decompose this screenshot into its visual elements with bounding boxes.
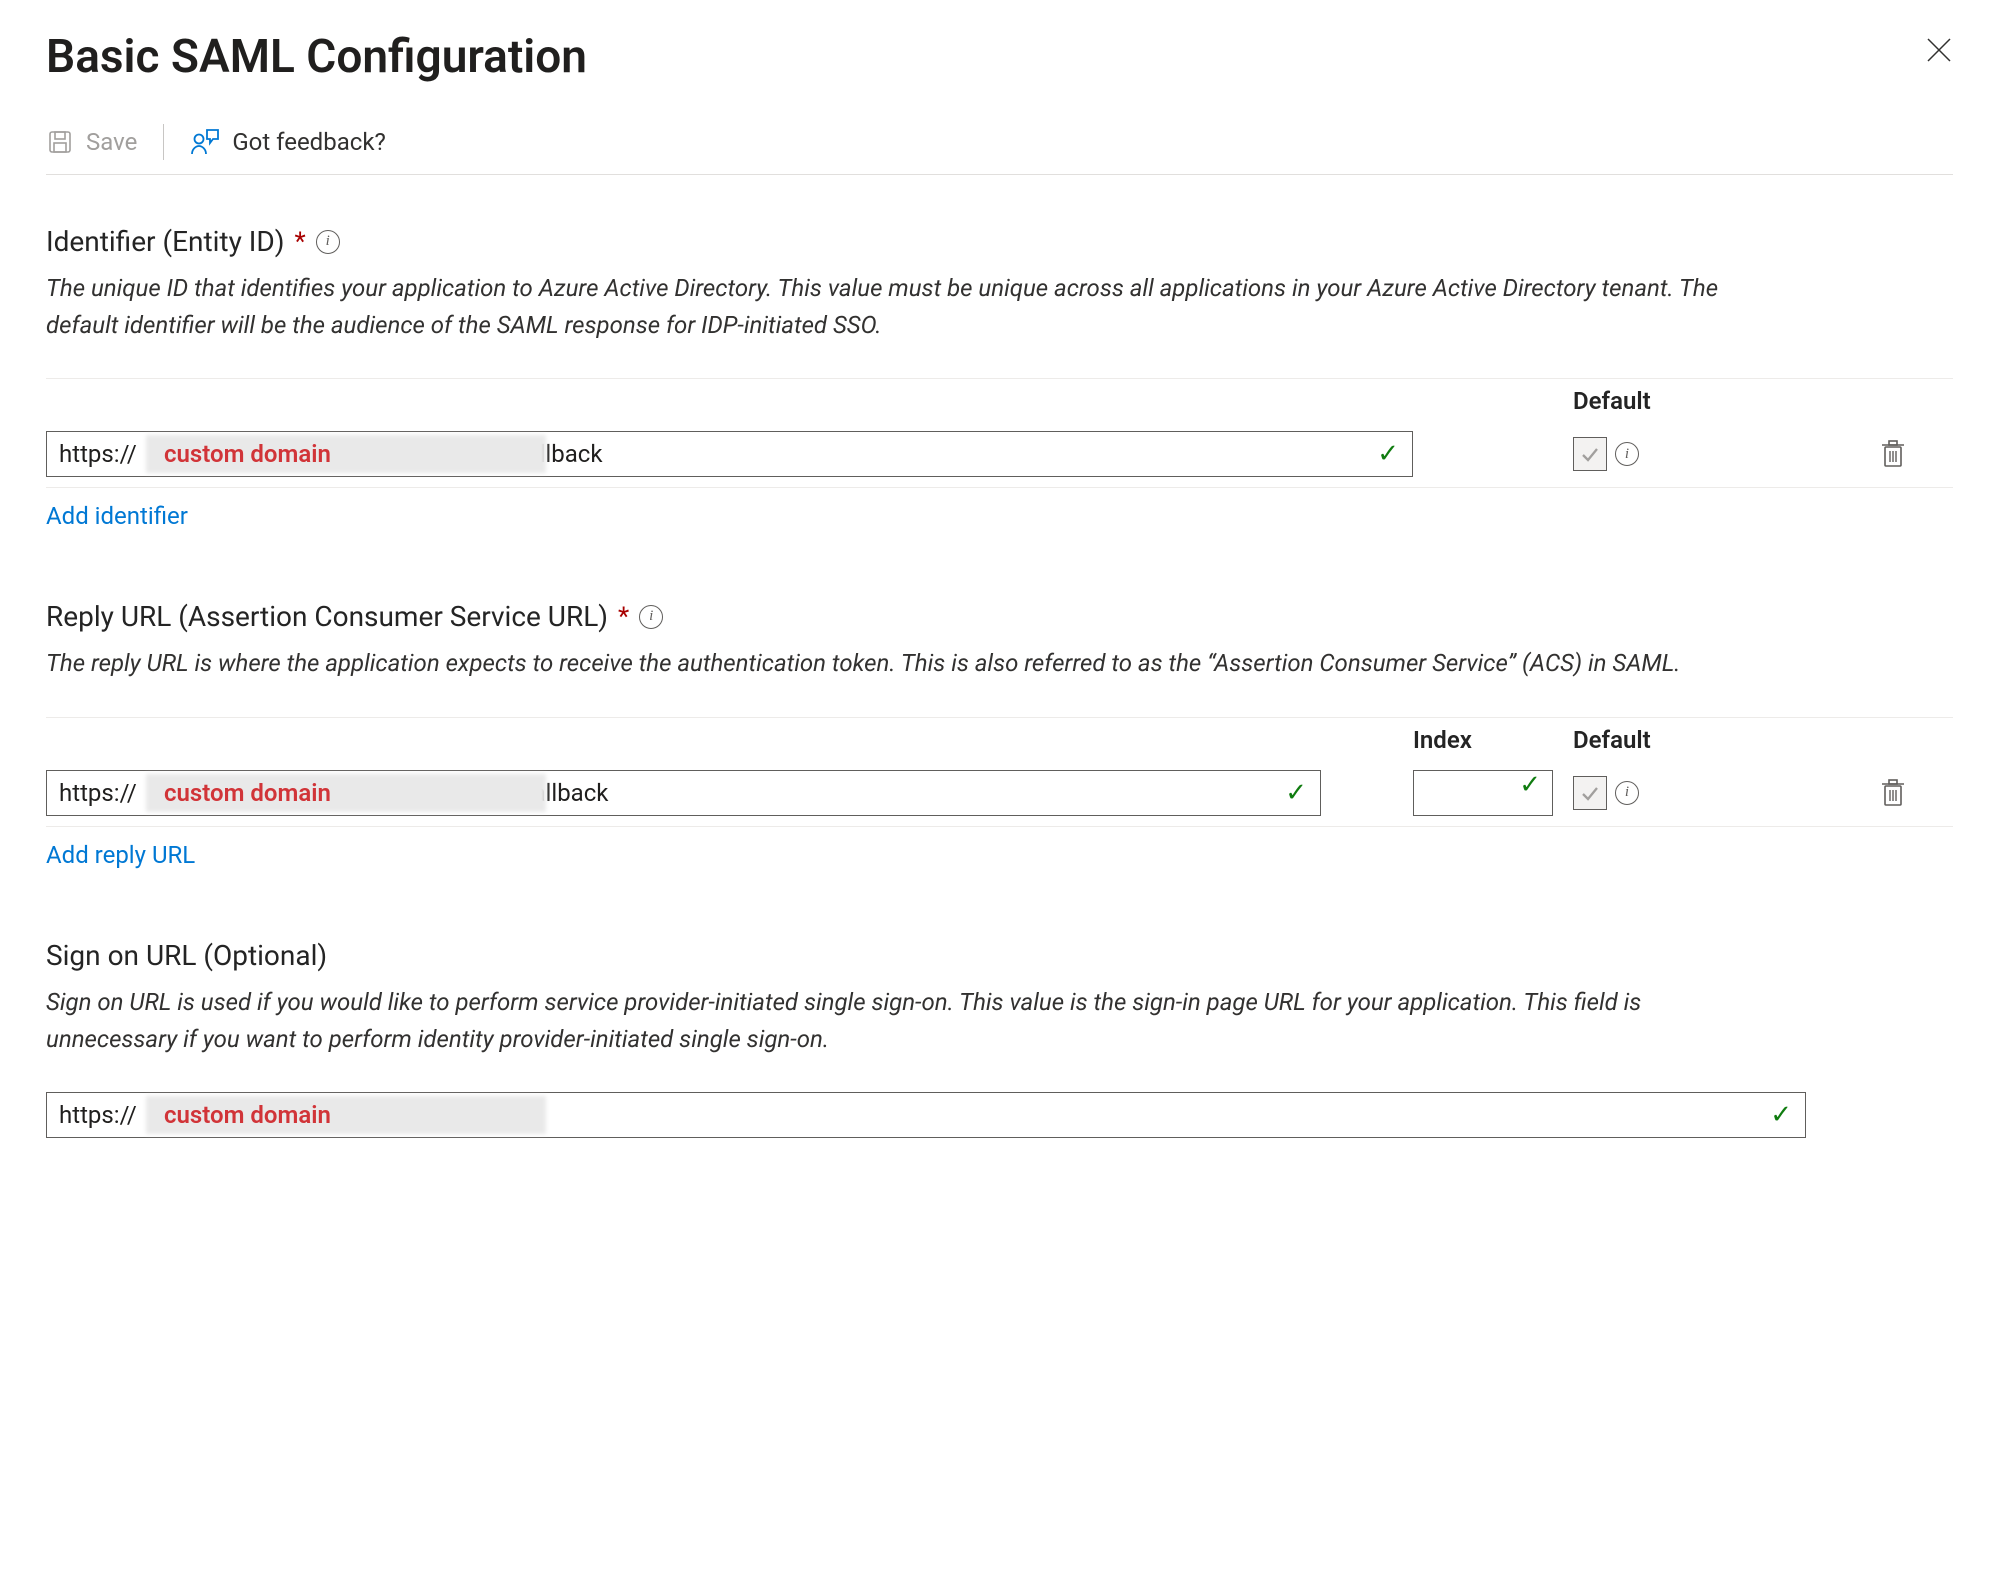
page-title: Basic SAML Configuration [46,30,587,84]
sign-on-description: Sign on URL is used if you would like to… [46,984,1766,1058]
save-button[interactable]: Save [46,128,137,156]
identifier-default-checkbox[interactable] [1573,437,1607,471]
toolbar-separator [163,124,164,160]
feedback-label: Got feedback? [232,128,386,156]
info-icon[interactable]: i [316,230,340,254]
reply-col-default: Default [1573,726,1733,754]
reply-index-input[interactable] [1413,770,1553,816]
identifier-url-input[interactable] [46,431,1413,477]
reply-url-label: Reply URL (Assertion Consumer Service UR… [46,600,608,633]
info-icon[interactable]: i [639,605,663,629]
reply-default-checkbox[interactable] [1573,776,1607,810]
reply-col-index: Index [1413,726,1573,754]
reply-url-input[interactable] [46,770,1321,816]
add-reply-url-link[interactable]: Add reply URL [46,841,195,869]
delete-reply-url-button[interactable] [1880,778,1906,808]
info-icon[interactable]: i [1615,781,1639,805]
save-icon [46,128,74,156]
sign-on-section: Sign on URL (Optional) Sign on URL is us… [46,939,1953,1138]
trash-icon [1880,439,1906,469]
reply-url-section: Reply URL (Assertion Consumer Service UR… [46,600,1953,868]
reply-url-table: Index Default custom domain ✓ [46,717,1953,827]
identifier-table: Default custom domain ✓ [46,378,1953,488]
required-asterisk: * [295,227,306,257]
add-identifier-link[interactable]: Add identifier [46,502,188,530]
person-feedback-icon [190,127,220,157]
reply-url-row: custom domain ✓ ✓ i [46,764,1953,826]
sign-on-url-input[interactable] [46,1092,1806,1138]
identifier-section: Identifier (Entity ID) * i The unique ID… [46,225,1953,530]
x-icon [1925,36,1953,64]
required-asterisk: * [618,602,629,632]
save-label: Save [86,128,137,156]
identifier-col-default: Default [1573,387,1733,415]
info-icon[interactable]: i [1615,442,1639,466]
identifier-description: The unique ID that identifies your appli… [46,270,1766,344]
identifier-row: custom domain ✓ i [46,425,1953,487]
delete-identifier-button[interactable] [1880,439,1906,469]
reply-url-description: The reply URL is where the application e… [46,645,1766,682]
sign-on-label: Sign on URL (Optional) [46,939,327,972]
trash-icon [1880,778,1906,808]
feedback-button[interactable]: Got feedback? [190,127,386,157]
identifier-label: Identifier (Entity ID) [46,225,285,258]
close-button[interactable] [1919,30,1959,76]
toolbar: Save Got feedback? [46,124,1953,175]
